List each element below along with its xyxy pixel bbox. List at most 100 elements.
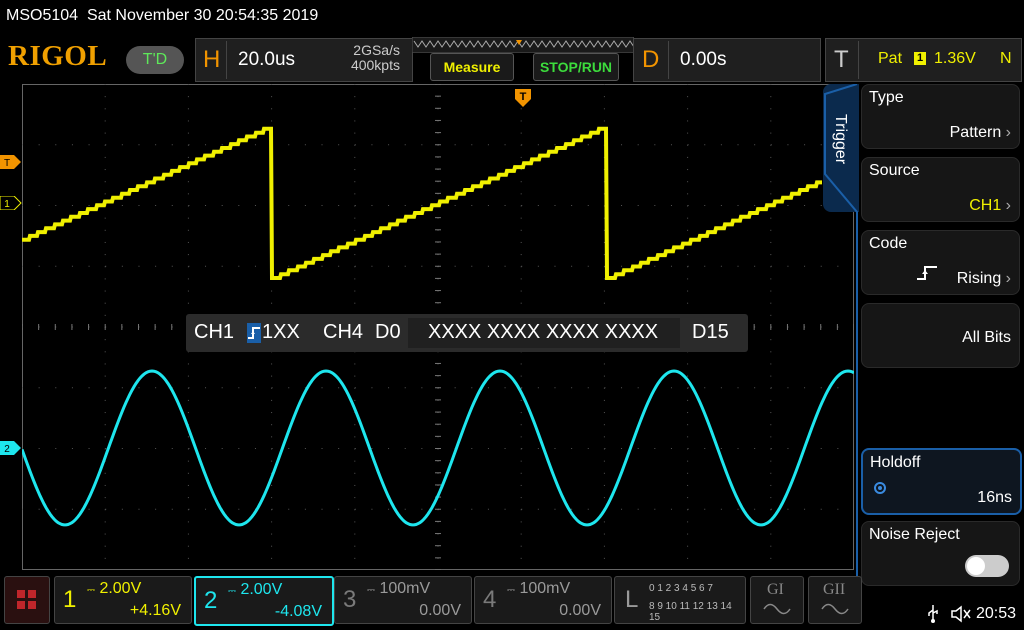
memory-depth: 400kpts [350, 57, 400, 73]
measure-button[interactable]: Measure [430, 53, 514, 81]
horizontal-letter: H [203, 46, 221, 73]
menu-item-all-bits[interactable]: All Bits [861, 303, 1020, 368]
app-menu-button[interactable] [4, 576, 50, 624]
knob-icon [871, 480, 889, 501]
channel-scale: ⎓ 2.00V [87, 580, 142, 597]
dc-coupling-icon: ⎓ [228, 586, 236, 597]
generator-1-button[interactable]: GI [750, 576, 804, 624]
dc-coupling-icon: ⎓ [367, 585, 375, 596]
stop-run-button[interactable]: STOP/RUN [533, 53, 619, 81]
dc-coupling-icon: ⎓ [507, 585, 515, 596]
pattern-ch4-label: CH4 [323, 321, 364, 343]
generator-2-button[interactable]: GII [808, 576, 862, 624]
divider [226, 41, 227, 79]
trigger-position-marker[interactable]: T [514, 88, 532, 108]
noise-reject-toggle[interactable] [965, 555, 1009, 577]
logic-row1: 0 1 2 3 4 5 6 7 [649, 583, 713, 594]
trigger-type-short: Pat [878, 50, 903, 67]
channel-number: 2 [204, 587, 218, 614]
menu-item-label: Source [869, 162, 920, 179]
trigger-level: 1.36V [934, 50, 976, 67]
memory-overview-strip[interactable] [412, 37, 634, 53]
chevron-right-icon: › [1001, 124, 1011, 141]
menu-item-value: All Bits [962, 329, 1011, 346]
channel-number: 4 [483, 586, 497, 613]
ch2-offset-marker[interactable]: 2 [0, 441, 22, 455]
sample-rate: 2GSa/s [353, 42, 400, 58]
menu-item-label: Code [869, 235, 908, 252]
sample-info: 2GSa/s 400kpts [351, 43, 400, 73]
speaker-muted-icon[interactable] [950, 604, 972, 624]
sine-icon [763, 603, 791, 615]
menu-item-holdoff[interactable]: Holdoff 16ns [861, 448, 1022, 515]
svg-text:T: T [520, 91, 527, 103]
trigger-status-panel[interactable]: T Pat 1 1.36V N [825, 38, 1022, 82]
channel-scale: ⎓ 100mV [367, 580, 431, 597]
menu-item-noise-reject[interactable]: Noise Reject [861, 521, 1020, 586]
divider [858, 41, 859, 79]
title-bar: MSO5104 Sat November 30 20:54:35 2019 [6, 7, 318, 25]
menu-item-label: Type [869, 89, 904, 106]
channel-1-panel[interactable]: 1 ⎓ 2.00V +4.16V [54, 576, 192, 624]
ch2-waveform [22, 369, 854, 527]
menu-item-value: Pattern › [949, 124, 1011, 141]
datetime: Sat November 30 20:54:35 2019 [86, 7, 319, 24]
ch1-offset-marker[interactable]: 1 [0, 196, 22, 210]
pattern-ch1-label: CH1 [194, 321, 235, 343]
channel-scale: ⎓ 100mV [507, 580, 571, 597]
channel-number: 1 [63, 586, 77, 613]
logic-letter: L [625, 586, 639, 613]
channel-4-panel[interactable]: 4 ⎓ 100mV 0.00V [474, 576, 612, 624]
model-name: MSO5104 [6, 7, 79, 24]
channel-3-panel[interactable]: 3 ⎓ 100mV 0.00V [334, 576, 472, 624]
ch1-waveform [22, 126, 822, 280]
svg-text:2: 2 [4, 444, 10, 455]
trigger-source-badge: 1 [914, 52, 926, 65]
horizontal-panel[interactable]: H 20.0us 2GSa/s 400kpts [195, 38, 413, 82]
delay-letter: D [642, 46, 660, 73]
sine-icon [821, 603, 849, 615]
channel-offset: 0.00V [419, 602, 461, 619]
divider [668, 41, 669, 79]
delay-panel[interactable]: D 0.00s [633, 38, 821, 82]
trigger-letter: T [834, 46, 849, 73]
menu-item-value: 16ns [977, 489, 1012, 506]
menu-item-label: Holdoff [870, 454, 921, 471]
pattern-d0-label: D0 [375, 321, 401, 343]
trigger-level-marker[interactable]: T [0, 155, 22, 169]
svg-text:T: T [4, 158, 10, 169]
menu-item-value: CH1 › [969, 197, 1011, 214]
channel-number: 3 [343, 586, 357, 613]
rigol-logo: RIGOL [8, 40, 108, 72]
channel-scale: ⎓ 2.00V [228, 581, 283, 598]
generator-label: GI [767, 581, 784, 598]
menu-item-label: Noise Reject [869, 526, 960, 543]
menu-item-type[interactable]: Type Pattern › [861, 84, 1020, 149]
channel-offset: +4.16V [129, 602, 181, 619]
pattern-ch1-code[interactable]: 1XX [262, 321, 300, 344]
grid-menu-icon [17, 590, 36, 609]
chevron-right-icon: › [1001, 270, 1011, 287]
run-state-badge: T'D [126, 46, 184, 74]
delay-value: 0.00s [680, 49, 727, 70]
menu-item-source[interactable]: Source CH1 › [861, 157, 1020, 222]
svg-text:1: 1 [4, 199, 10, 210]
pattern-bits: XXXX XXXX XXXX XXXX [428, 321, 659, 343]
rising-edge-icon[interactable] [247, 323, 261, 343]
trigger-menu: Type Pattern › Source CH1 › Code Rising … [857, 84, 1024, 592]
chevron-right-icon: › [1001, 197, 1011, 214]
rising-edge-icon [916, 265, 938, 286]
clock: 20:53 [976, 605, 1017, 622]
logic-panel[interactable]: L 0 1 2 3 4 5 6 7 8 9 10 11 12 13 14 15 [614, 576, 746, 624]
menu-item-value: Rising › [956, 270, 1011, 287]
menu-item-code[interactable]: Code Rising › [861, 230, 1020, 295]
generator-label: GII [823, 581, 846, 598]
channel-offset: 0.00V [559, 602, 601, 619]
channel-2-panel[interactable]: 2 ⎓ 2.00V -4.08V [194, 576, 334, 626]
toggle-knob [967, 557, 985, 575]
pattern-setting-bar[interactable]: CH1 1XX CH4 D0 XXXX XXXX XXXX XXXX D15 [186, 314, 748, 352]
trigger-mode: N [1000, 50, 1012, 67]
channel-offset: -4.08V [274, 603, 322, 620]
logic-row2: 8 9 10 11 12 13 14 15 [649, 601, 732, 623]
menu-tab-outline [824, 84, 858, 592]
